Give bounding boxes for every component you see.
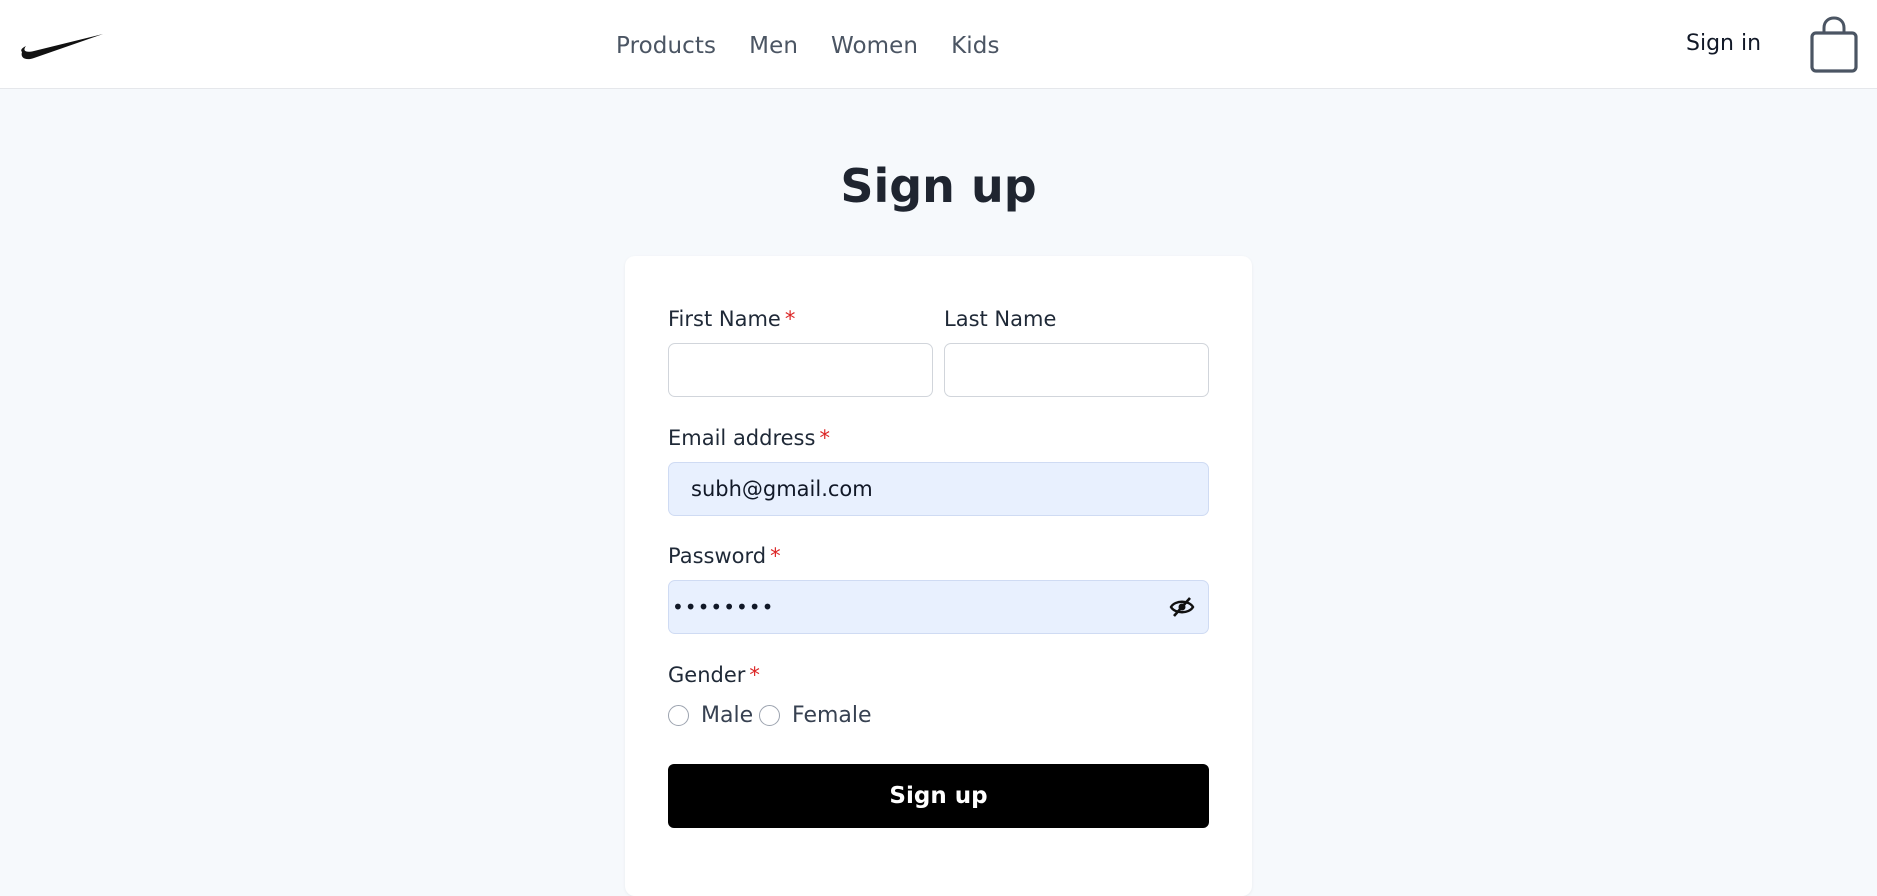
swoosh-logo-icon[interactable] (20, 28, 104, 62)
email-input[interactable] (668, 462, 1209, 516)
password-label: Password * (668, 542, 781, 570)
email-label: Email address * (668, 424, 830, 452)
gender-male-label[interactable]: Male (701, 702, 753, 730)
gender-label: Gender * (668, 661, 760, 689)
shopping-bag-icon[interactable] (1808, 16, 1860, 74)
sign-up-button[interactable]: Sign up (668, 764, 1209, 828)
gender-female-label[interactable]: Female (792, 702, 872, 730)
required-mark: * (749, 663, 760, 687)
first-name-input[interactable] (668, 343, 933, 397)
page-title: Sign up (840, 159, 1037, 213)
last-name-input[interactable] (944, 343, 1209, 397)
gender-label-text: Gender (668, 663, 746, 687)
first-name-label-text: First Name (668, 307, 781, 331)
top-navbar: Products Men Women Kids Sign in (0, 0, 1877, 89)
password-masked-value: •••••••• (672, 595, 775, 619)
eye-off-icon[interactable] (1169, 595, 1195, 619)
nav-item-products[interactable]: Products (616, 32, 716, 60)
last-name-label: Last Name (944, 307, 1057, 331)
gender-male-radio[interactable] (668, 705, 689, 726)
first-name-label: First Name * (668, 305, 795, 333)
gender-female-radio[interactable] (759, 705, 780, 726)
required-mark: * (770, 544, 781, 568)
required-mark: * (784, 307, 796, 331)
nav-item-kids[interactable]: Kids (951, 32, 999, 60)
main-nav: Products Men Women Kids (616, 32, 1000, 60)
required-mark: * (819, 426, 830, 450)
email-label-text: Email address (668, 426, 816, 450)
password-label-text: Password (668, 544, 767, 568)
nav-item-women[interactable]: Women (831, 32, 918, 60)
nav-item-men[interactable]: Men (749, 32, 798, 60)
sign-in-link[interactable]: Sign in (1686, 30, 1761, 58)
signup-form-card: First Name* Last Name Email address* Pas… (625, 256, 1252, 896)
